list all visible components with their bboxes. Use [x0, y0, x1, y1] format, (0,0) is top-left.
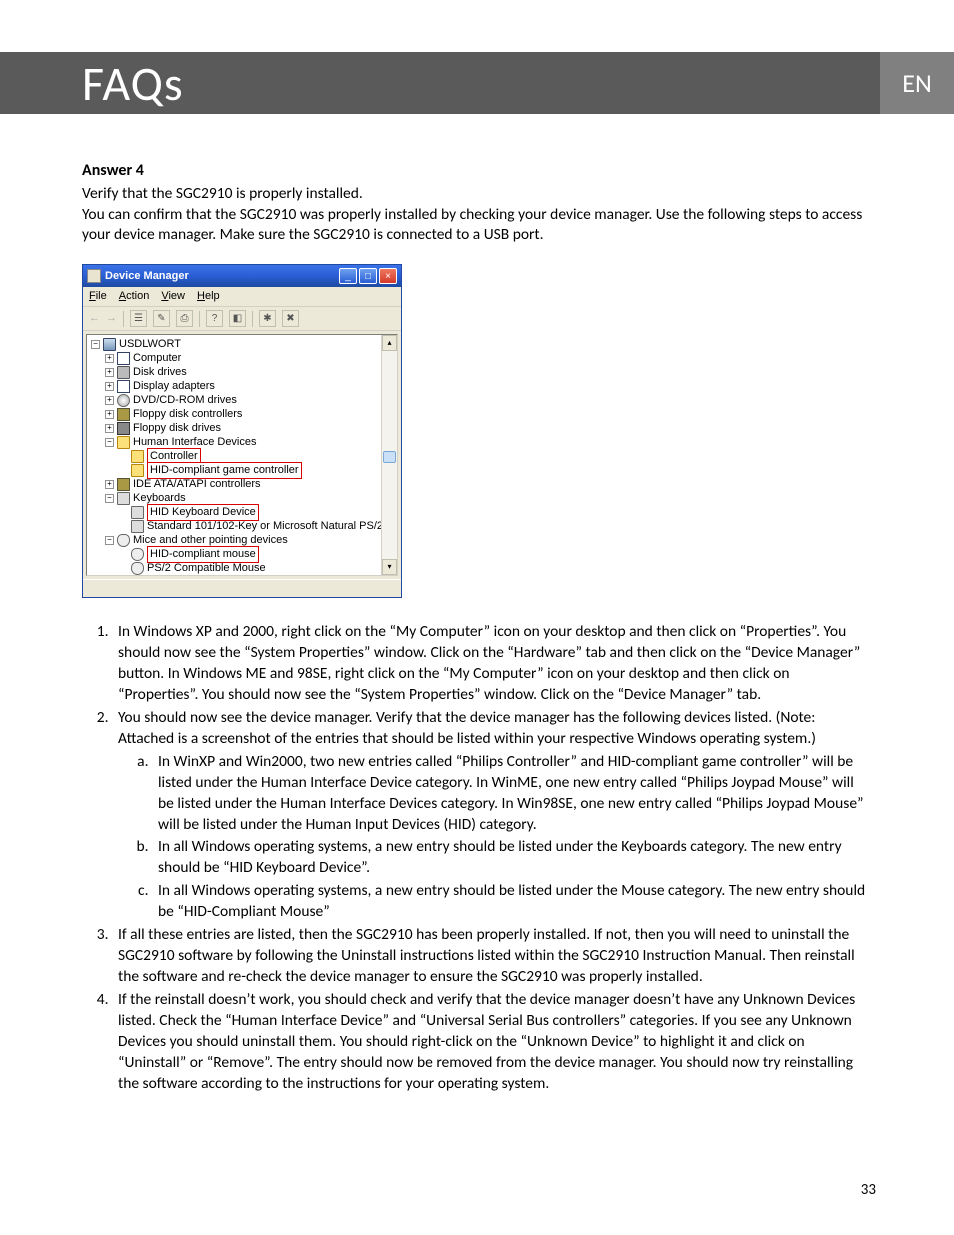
answer-line1: Verify that the SGC2910 is properly inst… — [82, 184, 872, 205]
menu-file[interactable]: File — [89, 289, 107, 304]
folder-icon — [117, 436, 130, 449]
collapse-icon[interactable]: − — [105, 438, 114, 447]
answer-heading: Answer 4 — [82, 160, 872, 182]
page-header: FAQs EN — [0, 52, 954, 114]
tree-node-hid[interactable]: −Human Interface Devices — [89, 435, 395, 449]
folder-icon — [131, 464, 144, 477]
header-left: FAQs — [0, 52, 880, 114]
tree-node-fdcontrollers[interactable]: +Floppy disk controllers — [89, 407, 395, 421]
step-3: If all these entries are listed, then th… — [112, 925, 872, 988]
steps-list: In Windows XP and 2000, right click on t… — [82, 622, 872, 1094]
tb-device-icon[interactable]: ✱ — [259, 310, 276, 327]
tree-node-ide[interactable]: +IDE ATA/ATAPI controllers — [89, 477, 395, 491]
keyboard-icon — [131, 520, 144, 533]
collapse-icon[interactable]: − — [105, 536, 114, 545]
menubar: File Action View Help — [83, 287, 401, 307]
tb-help-icon[interactable]: ? — [206, 310, 223, 327]
content: Answer 4 Verify that the SGC2910 is prop… — [82, 160, 872, 1096]
page-number: 33 — [861, 1181, 876, 1199]
tb-properties-icon[interactable]: ✎ — [153, 310, 170, 327]
toolbar-separator — [123, 311, 124, 327]
devmgr-icon — [87, 269, 101, 283]
step-2: You should now see the device manager. V… — [112, 708, 872, 923]
expand-icon[interactable]: + — [105, 382, 114, 391]
maximize-button[interactable]: □ — [359, 268, 377, 284]
page-title: FAQs — [82, 54, 184, 113]
monitor-icon — [117, 352, 130, 365]
scroll-up-icon[interactable]: ▴ — [382, 335, 397, 351]
tree-leaf-mouse-hid[interactable]: HID-compliant mouse — [89, 547, 395, 561]
tree-leaf-mouse-ps2[interactable]: PS/2 Compatible Mouse — [89, 561, 395, 575]
menu-view[interactable]: View — [161, 289, 185, 304]
toolbar: ← → ☰ ✎ ⎙ ? ◧ ✱ ✖ — [83, 307, 401, 331]
language-badge: EN — [902, 67, 931, 99]
step-4: If the reinstall doesn’t work, you shoul… — [112, 990, 872, 1095]
menu-action[interactable]: Action — [119, 289, 150, 304]
nav-back-icon[interactable]: ← — [89, 311, 100, 326]
device-tree: −USDLWORT +Computer +Disk drives +Displa… — [86, 334, 398, 576]
expand-icon[interactable]: + — [105, 480, 114, 489]
tree-leaf-kb-std[interactable]: Standard 101/102-Key or Microsoft Natura… — [89, 519, 395, 533]
menu-help[interactable]: Help — [197, 289, 220, 304]
tb-uninstall-icon[interactable]: ✖ — [282, 310, 299, 327]
expand-icon[interactable]: + — [105, 410, 114, 419]
nav-fwd-icon[interactable]: → — [106, 311, 117, 326]
expand-icon[interactable]: + — [105, 424, 114, 433]
step-2-sublist: In WinXP and Win2000, two new entries ca… — [118, 752, 872, 923]
scroll-thumb[interactable] — [383, 451, 396, 463]
tree-node-diskdrives[interactable]: +Disk drives — [89, 365, 395, 379]
tree-node-usb[interactable]: +Universal Serial Bus controllers — [89, 575, 395, 576]
tree-leaf-hid-game[interactable]: HID-compliant game controller — [89, 463, 395, 477]
controller-icon — [117, 478, 130, 491]
step-2a: In WinXP and Win2000, two new entries ca… — [152, 752, 872, 836]
floppy-icon — [117, 422, 130, 435]
disk-icon — [117, 366, 130, 379]
step-2c: In all Windows operating systems, a new … — [152, 881, 872, 923]
tb-up-icon[interactable]: ☰ — [130, 310, 147, 327]
toolbar-separator — [199, 311, 200, 327]
window-controls: _ □ × — [339, 268, 397, 284]
device-manager-window: Device Manager _ □ × File Action View He… — [82, 264, 402, 598]
keyboard-icon — [131, 506, 144, 519]
statusbar — [83, 579, 401, 597]
tree-root[interactable]: −USDLWORT — [89, 337, 395, 351]
expand-icon[interactable]: + — [105, 354, 114, 363]
tree-node-computer[interactable]: +Computer — [89, 351, 395, 365]
usb-icon — [117, 576, 130, 577]
cd-icon — [117, 394, 130, 407]
folder-icon — [131, 450, 144, 463]
display-icon — [117, 380, 130, 393]
tree-node-fddrives[interactable]: +Floppy disk drives — [89, 421, 395, 435]
mouse-icon — [131, 562, 144, 575]
step-2-text: You should now see the device manager. V… — [118, 708, 816, 748]
tree-leaf-kb-hid[interactable]: HID Keyboard Device — [89, 505, 395, 519]
tree-node-dvd[interactable]: +DVD/CD-ROM drives — [89, 393, 395, 407]
close-button[interactable]: × — [379, 268, 397, 284]
tb-scan-icon[interactable]: ◧ — [229, 310, 246, 327]
computer-icon — [103, 338, 116, 351]
mouse-icon — [117, 534, 130, 547]
controller-icon — [117, 408, 130, 421]
collapse-icon[interactable]: − — [91, 340, 100, 349]
step-1: In Windows XP and 2000, right click on t… — [112, 622, 872, 706]
collapse-icon[interactable]: − — [105, 494, 114, 503]
titlebar[interactable]: Device Manager _ □ × — [83, 265, 401, 287]
toolbar-separator — [252, 311, 253, 327]
scroll-track[interactable] — [382, 351, 397, 559]
scroll-down-icon[interactable]: ▾ — [382, 559, 397, 575]
window-title: Device Manager — [105, 269, 339, 284]
mouse-icon — [131, 548, 144, 561]
expand-icon[interactable]: + — [105, 396, 114, 405]
minimize-button[interactable]: _ — [339, 268, 357, 284]
tb-print-icon[interactable]: ⎙ — [176, 310, 193, 327]
answer-line2: You can confirm that the SGC2910 was pro… — [82, 205, 872, 247]
header-right: EN — [880, 52, 954, 114]
tree-node-display[interactable]: +Display adapters — [89, 379, 395, 393]
expand-icon[interactable]: + — [105, 368, 114, 377]
step-2b: In all Windows operating systems, a new … — [152, 837, 872, 879]
scrollbar[interactable]: ▴ ▾ — [381, 335, 397, 575]
keyboard-icon — [117, 492, 130, 505]
